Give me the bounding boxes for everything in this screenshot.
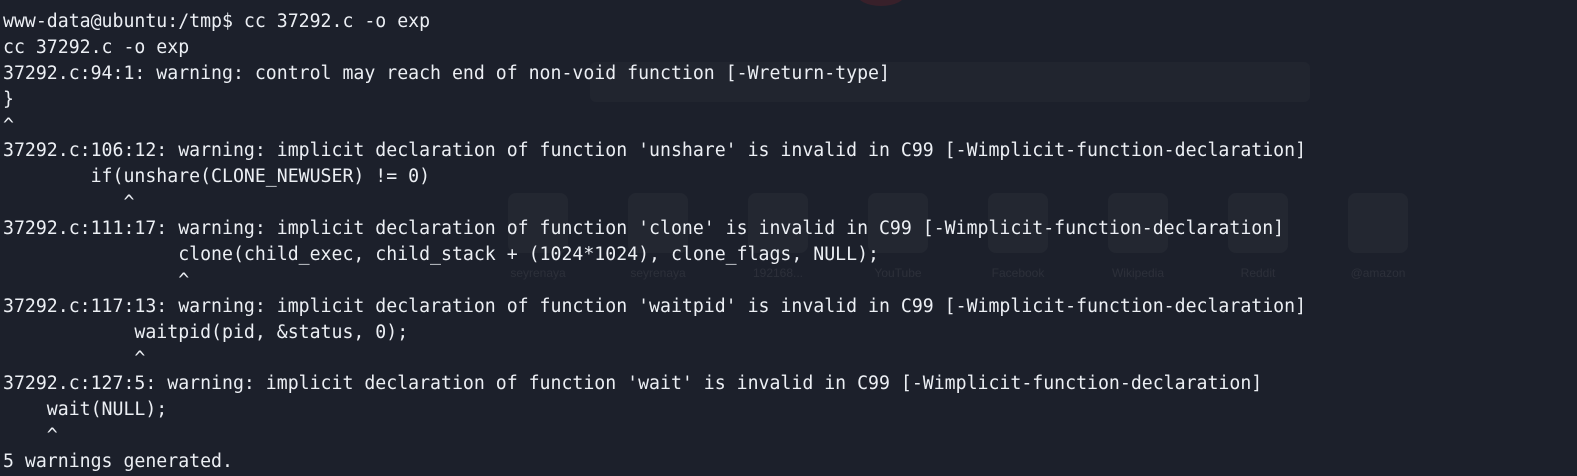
compiler-warning-line: 37292.c:106:12: warning: implicit declar… <box>3 140 1307 162</box>
warnings-summary-line: 5 warnings generated. <box>3 451 233 473</box>
source-snippet-line: } <box>3 88 14 110</box>
caret-marker-line: ^ <box>3 347 146 369</box>
source-snippet-line: wait(NULL); <box>3 399 168 421</box>
browser-logo-blob <box>856 0 906 6</box>
terminal-line: cc 37292.c -o exp <box>3 36 190 58</box>
terminal-prompt-line: www-data@ubuntu:/tmp$ cc 37292.c -o exp <box>3 11 431 32</box>
terminal-output[interactable]: www-data@ubuntu:/tmp$ cc 37292.c -o exp c… <box>3 9 1306 475</box>
caret-marker-line: ^ <box>3 192 135 214</box>
amazon-icon <box>1348 193 1408 253</box>
shortcut-label: @amazon <box>1350 266 1406 280</box>
compiler-warning-line: 37292.c:127:5: warning: implicit declara… <box>3 373 1263 395</box>
terminal-window[interactable]: seyrenaya seyrenaya 192168... YouTube Fa… <box>0 0 1577 476</box>
compiler-warning-line: 37292.c:94:1: warning: control may reach… <box>3 62 890 84</box>
compiler-warning-line: 37292.c:111:17: warning: implicit declar… <box>3 218 1285 240</box>
caret-marker-line: ^ <box>3 425 58 447</box>
source-snippet-line: clone(child_exec, child_stack + (1024*10… <box>3 244 879 266</box>
source-snippet-line: if(unshare(CLONE_NEWUSER) != 0) <box>3 166 431 188</box>
caret-marker-line: ^ <box>3 269 190 291</box>
caret-marker-line: ^ <box>3 114 14 136</box>
compiler-warning-line: 37292.c:117:13: warning: implicit declar… <box>3 295 1307 317</box>
source-snippet-line: waitpid(pid, &status, 0); <box>3 321 409 343</box>
